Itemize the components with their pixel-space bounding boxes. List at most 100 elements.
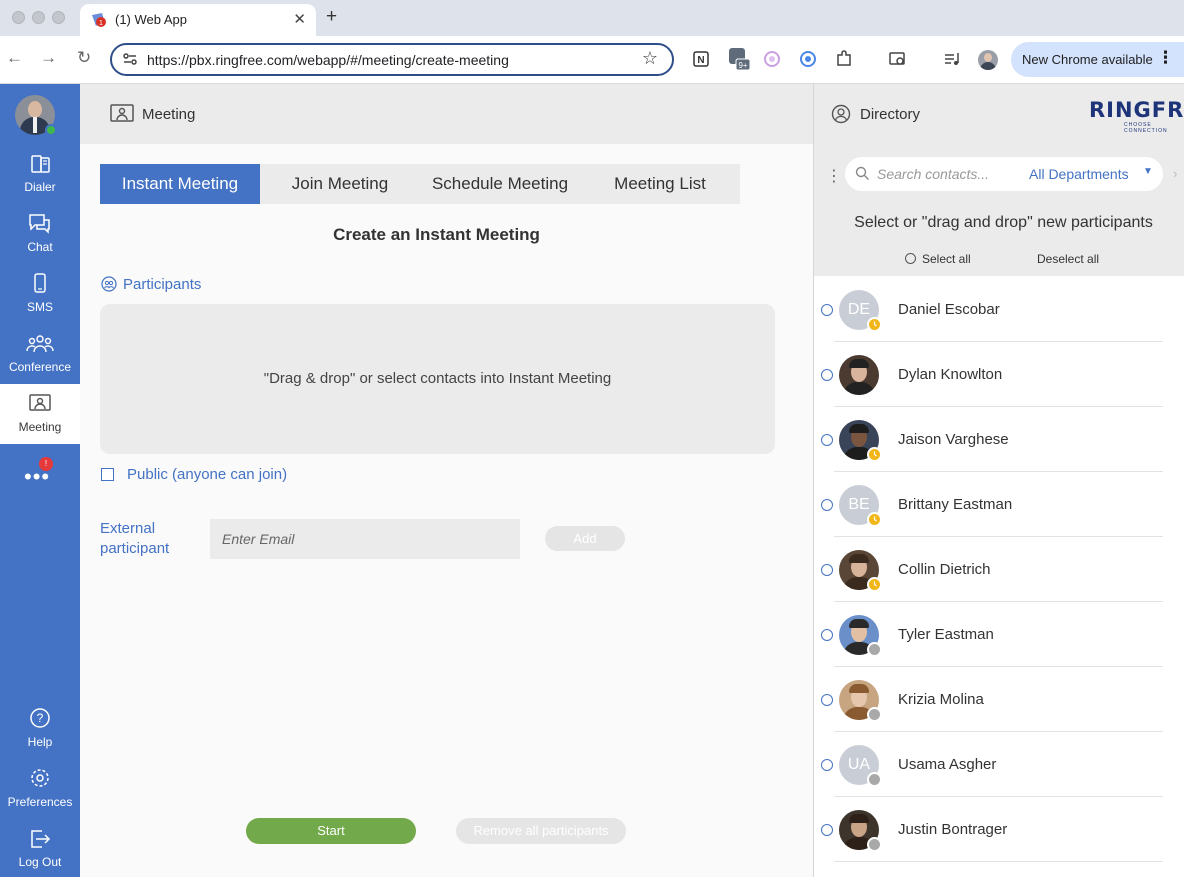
contact-select-radio[interactable] bbox=[821, 629, 833, 641]
sidebar-item-label: Meeting bbox=[18, 420, 62, 434]
list-item[interactable]: Justin Bontrager bbox=[814, 796, 1184, 862]
forward-icon[interactable]: → bbox=[40, 48, 57, 68]
chrome-update-button[interactable]: New Chrome available ⋮ bbox=[1011, 42, 1184, 77]
list-item[interactable]: Tyler Eastman bbox=[814, 601, 1184, 667]
window-zoom-button[interactable] bbox=[52, 11, 65, 24]
remove-all-participants-button[interactable]: Remove all participants bbox=[456, 818, 626, 844]
contact-select-radio[interactable] bbox=[821, 369, 833, 381]
bookmark-star-icon[interactable]: ☆ bbox=[642, 48, 658, 69]
sidebar-item-conference[interactable]: Conference bbox=[0, 324, 80, 384]
contact-select-radio[interactable] bbox=[821, 499, 833, 511]
contact-select-radio[interactable] bbox=[821, 564, 833, 576]
away-status-clock-icon bbox=[867, 512, 882, 527]
extension-badge-icon[interactable]: 9+ bbox=[728, 47, 750, 71]
drop-zone-hint: "Drag & drop" or select contacts into In… bbox=[263, 370, 612, 387]
window-minimize-button[interactable] bbox=[32, 11, 45, 24]
list-item[interactable]: UA Usama Asgher bbox=[814, 731, 1184, 797]
contact-select-radio[interactable] bbox=[821, 304, 833, 316]
gear-icon bbox=[31, 769, 49, 787]
participants-drop-zone[interactable]: "Drag & drop" or select contacts into In… bbox=[100, 304, 775, 454]
contact-select-radio[interactable] bbox=[821, 434, 833, 446]
app-favicon-icon: 1 bbox=[92, 13, 106, 27]
extension-circle-icon[interactable] bbox=[763, 50, 781, 68]
sidebar-item-meeting[interactable]: Meeting bbox=[0, 384, 80, 444]
browser-toolbar: ← → ↻ https://pbx.ringfree.com/webapp/#/… bbox=[0, 36, 1184, 84]
public-checkbox-label[interactable]: Public (anyone can join) bbox=[127, 466, 287, 483]
online-status-dot bbox=[45, 124, 57, 136]
sidebar-item-chat[interactable]: Chat bbox=[0, 204, 80, 264]
away-status-clock-icon bbox=[867, 447, 882, 462]
contact-name: Krizia Molina bbox=[898, 691, 984, 708]
select-all-radio[interactable] bbox=[905, 253, 916, 264]
tab-join-meeting[interactable]: Join Meeting bbox=[260, 164, 420, 204]
browser-tab[interactable]: 1 (1) Web App ✕ bbox=[80, 4, 316, 36]
reload-icon[interactable]: ↻ bbox=[77, 48, 91, 68]
user-circle-icon bbox=[831, 104, 851, 124]
help-icon: ? bbox=[30, 708, 50, 728]
sidebar-item-label: Preferences bbox=[7, 795, 73, 809]
new-tab-button[interactable]: + bbox=[326, 6, 337, 28]
svg-text:N: N bbox=[697, 55, 704, 66]
svg-text:1: 1 bbox=[99, 20, 103, 27]
sidebar-item-dialer[interactable]: Dialer bbox=[0, 144, 80, 204]
chrome-menu-icon[interactable]: ⋮ bbox=[1157, 48, 1174, 68]
search-icon bbox=[855, 166, 869, 180]
email-field[interactable] bbox=[210, 519, 520, 559]
deselect-all-button[interactable]: Deselect all bbox=[1037, 252, 1099, 266]
list-item[interactable]: Collin Dietrich bbox=[814, 536, 1184, 602]
media-controls-icon[interactable] bbox=[943, 50, 961, 68]
contact-search[interactable]: Search contacts... All Departments ▼ bbox=[845, 157, 1163, 191]
meeting-icon bbox=[110, 104, 134, 122]
participants-label: Participants bbox=[123, 276, 202, 293]
tab-schedule-meeting[interactable]: Schedule Meeting bbox=[420, 164, 580, 204]
tab-title: (1) Web App bbox=[115, 12, 188, 27]
contact-name: Usama Asgher bbox=[898, 756, 997, 773]
sidebar-item-sms[interactable]: SMS bbox=[0, 264, 80, 324]
profile-avatar[interactable] bbox=[978, 50, 998, 70]
contact-select-radio[interactable] bbox=[821, 694, 833, 706]
sidebar-item-label: Dialer bbox=[24, 180, 56, 194]
extension-target-icon[interactable] bbox=[799, 50, 817, 68]
start-button[interactable]: Start bbox=[246, 818, 416, 844]
app-sidebar: Dialer Chat SMS Conference Meeting ••• !… bbox=[0, 84, 80, 877]
list-item[interactable]: Jaison Varghese bbox=[814, 406, 1184, 472]
window-close-button[interactable] bbox=[12, 11, 25, 24]
add-button[interactable]: Add bbox=[545, 526, 625, 551]
list-item[interactable]: Krizia Molina bbox=[814, 666, 1184, 732]
list-item[interactable]: DE Daniel Escobar bbox=[814, 276, 1184, 342]
tab-search-icon[interactable] bbox=[889, 50, 907, 68]
back-icon[interactable]: ← bbox=[6, 48, 23, 68]
list-item[interactable]: BE Brittany Eastman bbox=[814, 471, 1184, 537]
extensions-puzzle-icon[interactable] bbox=[835, 50, 853, 68]
sidebar-item-logout[interactable]: Log Out bbox=[0, 819, 80, 877]
panel-header: Meeting bbox=[80, 84, 813, 144]
list-item[interactable]: Dylan Knowlton bbox=[814, 341, 1184, 407]
chevron-right-icon[interactable]: › bbox=[1173, 166, 1177, 181]
site-settings-icon[interactable] bbox=[122, 51, 138, 67]
contact-name: Brittany Eastman bbox=[898, 496, 1013, 513]
chevron-down-icon[interactable]: ▼ bbox=[1143, 166, 1153, 177]
select-all-button[interactable]: Select all bbox=[922, 252, 971, 266]
public-checkbox[interactable] bbox=[101, 468, 114, 481]
sidebar-item-help[interactable]: ? Help bbox=[0, 699, 80, 759]
tab-instant-meeting[interactable]: Instant Meeting bbox=[100, 164, 260, 204]
notion-extension-icon[interactable]: N bbox=[692, 50, 710, 68]
sidebar-item-preferences[interactable]: Preferences bbox=[0, 759, 80, 819]
tab-close-icon[interactable]: ✕ bbox=[293, 10, 306, 28]
contact-select-radio[interactable] bbox=[821, 824, 833, 836]
directory-menu-icon[interactable]: ⋮ bbox=[826, 166, 842, 186]
meeting-panel: Meeting Instant Meeting Join Meeting Sch… bbox=[80, 84, 813, 877]
sidebar-item-label: Log Out bbox=[18, 855, 62, 869]
directory-header: Directory RINGFREE CHOOSE CONNECTION ⋮ S… bbox=[814, 84, 1184, 276]
tab-meeting-list[interactable]: Meeting List bbox=[580, 164, 740, 204]
department-select[interactable]: All Departments bbox=[1029, 166, 1129, 182]
contact-name: Tyler Eastman bbox=[898, 626, 994, 643]
contact-select-radio[interactable] bbox=[821, 759, 833, 771]
mobile-phone-icon bbox=[34, 273, 46, 293]
contact-name: Dylan Knowlton bbox=[898, 366, 1003, 383]
address-bar[interactable]: https://pbx.ringfree.com/webapp/#/meetin… bbox=[110, 43, 674, 76]
sidebar-item-label: Conference bbox=[8, 360, 72, 374]
offline-status-dot bbox=[867, 837, 882, 852]
url-text: https://pbx.ringfree.com/webapp/#/meetin… bbox=[147, 52, 509, 68]
search-input[interactable]: Search contacts... bbox=[877, 166, 989, 182]
